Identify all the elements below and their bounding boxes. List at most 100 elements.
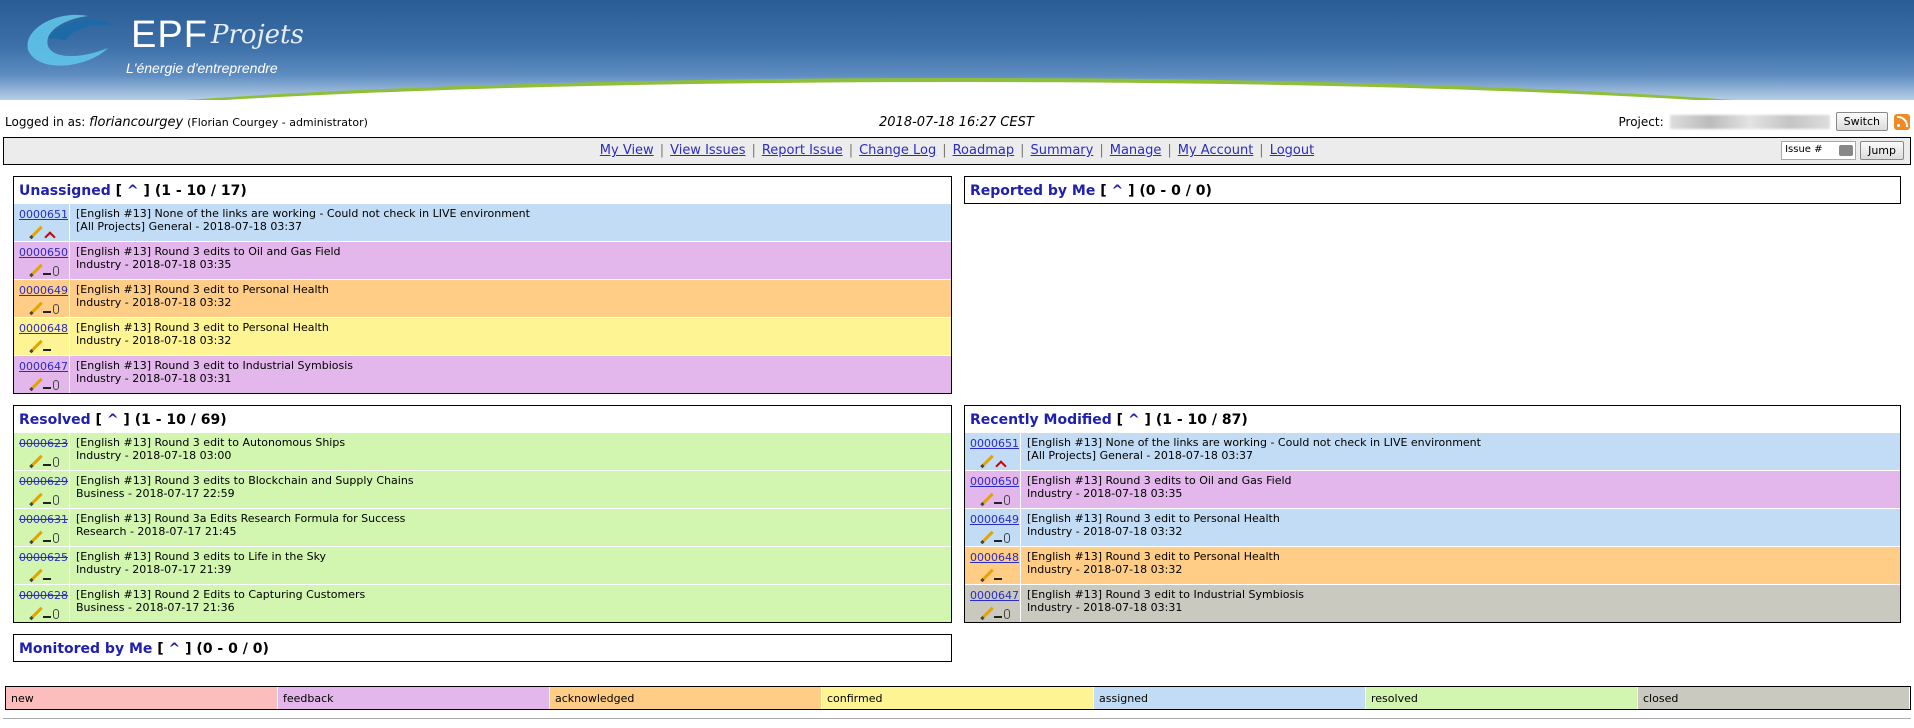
issue-summary-title[interactable]: [English #13] Round 2 Edits to Capturing… — [76, 588, 365, 601]
issue-id-link[interactable]: 0000650 — [970, 475, 1019, 488]
issue-id-link[interactable]: 0000651 — [19, 208, 68, 221]
issue-summary-title[interactable]: [English #13] Round 3 edits to Oil and G… — [1027, 474, 1292, 487]
normal-priority-icon — [43, 464, 51, 466]
reported-caret-link[interactable]: ^ — [1112, 183, 1124, 199]
status-legend: new feedback acknowledged confirmed assi… — [5, 686, 1911, 710]
issue-icons — [978, 568, 1002, 582]
resolved-caret-link[interactable]: ^ — [107, 412, 119, 428]
issue-summary-title[interactable]: [English #13] Round 3 edit to Industrial… — [76, 359, 353, 372]
monitored-caret-link[interactable]: ^ — [169, 641, 181, 657]
menu-logout[interactable]: Logout — [1270, 143, 1315, 158]
edit-pencil-icon[interactable] — [978, 454, 992, 468]
edit-pencil-icon[interactable] — [978, 606, 992, 620]
edit-pencil-icon[interactable] — [27, 454, 41, 468]
menu-view-issues[interactable]: View Issues — [670, 143, 745, 158]
edit-pencil-icon[interactable] — [27, 606, 41, 620]
switch-button[interactable]: Switch — [1835, 112, 1888, 131]
attachment-clip-icon — [53, 457, 59, 467]
issue-summary-meta: Industry - 2018-07-18 03:32 — [76, 296, 232, 309]
rss-icon[interactable] — [1894, 113, 1910, 130]
issue-summary-title[interactable]: [English #13] Round 3 edit to Personal H… — [1027, 512, 1280, 525]
edit-pencil-icon[interactable] — [27, 301, 41, 315]
menu-change-log[interactable]: Change Log — [859, 143, 936, 158]
recent-title-link[interactable]: Recently Modified — [970, 412, 1112, 428]
menu-manage[interactable]: Manage — [1110, 143, 1162, 158]
edit-pencil-icon[interactable] — [27, 568, 41, 582]
issue-summary-title[interactable]: [English #13] Round 3 edits to Life in t… — [76, 550, 326, 563]
issue-id-link[interactable]: 0000649 — [970, 513, 1019, 526]
menu-summary[interactable]: Summary — [1031, 143, 1094, 158]
recent-caret-link[interactable]: ^ — [1128, 412, 1140, 428]
menu-my-account[interactable]: My Account — [1178, 143, 1254, 158]
issue-summary-title[interactable]: [English #13] Round 3 edit to Personal H… — [76, 283, 329, 296]
monitored-count: (0 - 0 / 0) — [196, 641, 269, 657]
resolved-title-link[interactable]: Resolved — [19, 412, 91, 428]
unassigned-title-link[interactable]: Unassigned — [19, 183, 111, 199]
issue-icons — [27, 225, 56, 243]
issue-summary-title[interactable]: [English #13] Round 3 edit to Personal H… — [76, 321, 329, 334]
issue-summary: [English #13] None of the links are work… — [1027, 436, 1481, 462]
unassigned-caret-link[interactable]: ^ — [127, 183, 139, 199]
issue-summary: [English #13] Round 3 edit to Personal H… — [1027, 550, 1280, 576]
issue-id-link[interactable]: 0000628 — [19, 589, 68, 602]
issue-number-input[interactable]: Issue # — [1781, 141, 1857, 160]
logo-text: EPF — [131, 14, 208, 56]
issue-row: 0000625 [English #13] Round 3 edits to Li… — [14, 546, 951, 584]
edit-pencil-icon[interactable] — [27, 530, 41, 544]
project-select[interactable] — [1669, 114, 1830, 129]
normal-priority-icon — [994, 502, 1002, 504]
issue-id-link[interactable]: 0000648 — [19, 322, 68, 335]
issue-row: 0000623 [English #13] Round 3 edit to Aut… — [14, 432, 951, 470]
edit-pencil-icon[interactable] — [27, 263, 41, 277]
epf-logo-icon[interactable] — [18, 8, 118, 70]
reported-box: Reported by Me [ ^ ] (0 - 0 / 0) — [964, 176, 1901, 204]
login-prefix: Logged in as: — [5, 115, 90, 129]
edit-pencil-icon[interactable] — [27, 339, 41, 353]
issue-summary-title[interactable]: [English #13] Round 3 edit to Industrial… — [1027, 588, 1304, 601]
issue-row: 0000649 [English #13] Round 3 edit to Per… — [965, 508, 1900, 546]
issue-id-link[interactable]: 0000648 — [970, 551, 1019, 564]
issue-summary-title[interactable]: [English #13] Round 3 edit to Personal H… — [1027, 550, 1280, 563]
issue-id-link[interactable]: 0000631 — [19, 513, 68, 526]
attachment-clip-icon — [1004, 533, 1010, 543]
issue-row: 0000649 [English #13] Round 3 edit to Per… — [14, 279, 951, 317]
jump-button[interactable]: Jump — [1860, 141, 1904, 160]
menu-my-view[interactable]: My View — [600, 143, 654, 158]
issue-id-link[interactable]: 0000625 — [19, 551, 68, 564]
reported-title-link[interactable]: Reported by Me — [970, 183, 1095, 199]
issue-summary-title[interactable]: [English #13] Round 3 edit to Autonomous… — [76, 436, 345, 449]
monitored-title-link[interactable]: Monitored by Me — [19, 641, 152, 657]
issue-id-link[interactable]: 0000629 — [19, 475, 68, 488]
recent-count: (1 - 10 / 87) — [1155, 412, 1248, 428]
resolved-box: Resolved [ ^ ] (1 - 10 / 69) 0000623 [Eng… — [13, 405, 952, 623]
edit-pencil-icon[interactable] — [27, 225, 41, 239]
issue-id-link[interactable]: 0000647 — [970, 589, 1019, 602]
edit-pencil-icon[interactable] — [978, 530, 992, 544]
issue-summary-title[interactable]: [English #13] Round 3a Edits Research Fo… — [76, 512, 405, 525]
issue-id-link[interactable]: 0000651 — [970, 437, 1019, 450]
login-username: floriancourgey — [89, 115, 184, 130]
issue-summary-meta: Business - 2018-07-17 22:59 — [76, 487, 235, 500]
edit-pencil-icon[interactable] — [27, 377, 41, 391]
edit-pencil-icon[interactable] — [27, 492, 41, 506]
edit-pencil-icon[interactable] — [978, 492, 992, 506]
issue-icons — [27, 530, 59, 544]
menu-report-issue[interactable]: Report Issue — [762, 143, 843, 158]
issue-summary-title[interactable]: [English #13] None of the links are work… — [1027, 436, 1481, 449]
issue-summary-title[interactable]: [English #13] None of the links are work… — [76, 207, 530, 220]
issue-id-link[interactable]: 0000647 — [19, 360, 68, 373]
normal-priority-icon — [43, 578, 51, 580]
issue-id-link[interactable]: 0000623 — [19, 437, 68, 450]
issue-summary-title[interactable]: [English #13] Round 3 edits to Oil and G… — [76, 245, 341, 258]
reported-count: (0 - 0 / 0) — [1139, 183, 1212, 199]
legend-confirmed: confirmed — [822, 687, 1094, 709]
menu-roadmap[interactable]: Roadmap — [953, 143, 1015, 158]
recent-rows: 0000651 [English #13] None of the links a… — [965, 432, 1900, 622]
resolved-rows: 0000623 [English #13] Round 3 edit to Aut… — [14, 432, 951, 622]
issue-summary-title[interactable]: [English #13] Round 3 edits to Blockchai… — [76, 474, 414, 487]
issue-summary: [English #13] None of the links are work… — [76, 207, 530, 233]
issue-id-link[interactable]: 0000649 — [19, 284, 68, 297]
issue-id-link[interactable]: 0000650 — [19, 246, 68, 259]
edit-pencil-icon[interactable] — [978, 568, 992, 582]
normal-priority-icon — [43, 616, 51, 618]
